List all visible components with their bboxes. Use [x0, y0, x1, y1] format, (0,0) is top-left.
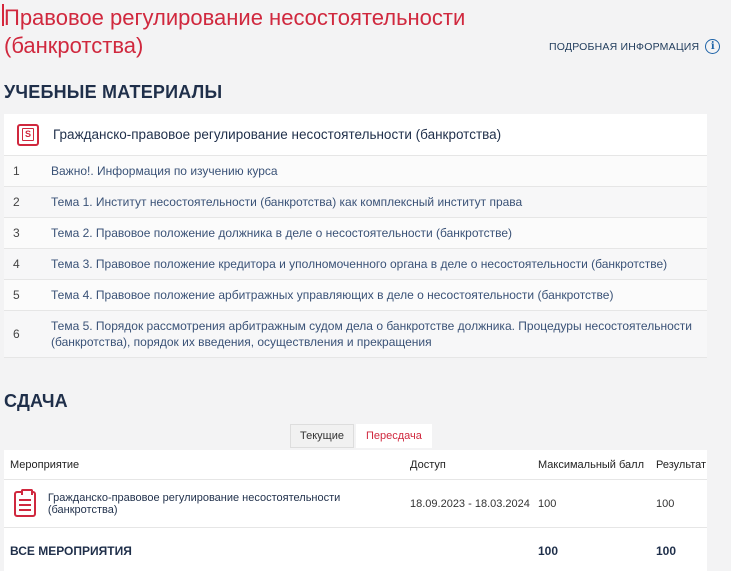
topic-link[interactable]: Тема 3. Правовое положение кредитора и у…	[51, 249, 707, 279]
topic-link[interactable]: Тема 4. Правовое положение арбитражных у…	[51, 280, 707, 310]
grades-table: Мероприятие Доступ Максимальный балл Рез…	[4, 450, 707, 571]
topic-link[interactable]: Важно!. Информация по изучению курса	[51, 156, 707, 186]
topic-number: 3	[13, 226, 20, 240]
access-cell: 18.09.2023 - 18.03.2024	[410, 497, 530, 510]
max-score-cell: 100	[538, 497, 557, 510]
course-card: S Гражданско-правовое регулирование несо…	[4, 114, 707, 358]
topic-link[interactable]: Тема 1. Институт несостоятельности (банк…	[51, 187, 707, 217]
info-icon: i	[705, 39, 721, 54]
topic-list: 1 Важно!. Информация по изучению курса 2…	[4, 156, 707, 358]
column-header-access: Доступ	[410, 458, 446, 471]
topic-number: 1	[13, 164, 20, 178]
topic-row[interactable]: 3 Тема 2. Правовое положение должника в …	[4, 218, 707, 249]
total-label: ВСЕ МЕРОПРИЯТИЯ	[10, 543, 132, 558]
event-cell: Гражданско-правовое регулирование несост…	[4, 488, 410, 517]
result-cell: 100	[656, 497, 675, 510]
topic-row[interactable]: 2 Тема 1. Институт несостоятельности (ба…	[4, 187, 707, 218]
clipboard-icon	[14, 488, 36, 517]
course-header[interactable]: S Гражданско-правовое регулирование несо…	[4, 114, 707, 156]
more-info-link[interactable]: ПОДРОБНАЯ ИНФОРМАЦИЯ i	[549, 39, 721, 54]
tab-current[interactable]: Текущие	[290, 424, 354, 448]
table-total-row: ВСЕ МЕРОПРИЯТИЯ 100 100	[4, 528, 707, 571]
topic-number: 4	[13, 257, 20, 271]
table-row[interactable]: Гражданско-правовое регулирование несост…	[4, 480, 707, 528]
materials-heading: УЧЕБНЫЕ МАТЕРИАЛЫ	[4, 82, 223, 102]
topic-row[interactable]: 4 Тема 3. Правовое положение кредитора и…	[4, 249, 707, 280]
column-header-event: Мероприятие	[10, 458, 80, 471]
topic-row[interactable]: 6 Тема 5. Порядок рассмотрения арбитражн…	[4, 311, 707, 358]
topic-row[interactable]: 5 Тема 4. Правовое положение арбитражных…	[4, 280, 707, 311]
total-result: 100	[656, 543, 677, 558]
event-name[interactable]: Гражданско-правовое регулирование несост…	[48, 492, 410, 516]
total-max-score: 100	[538, 543, 559, 558]
topic-link[interactable]: Тема 2. Правовое положение должника в де…	[51, 218, 707, 248]
submission-tabs: Текущие Пересдача	[290, 424, 432, 448]
topic-number: 5	[13, 288, 20, 302]
page-title: Правовое регулирование несостоятельности…	[4, 5, 466, 58]
submission-heading: СДАЧА	[4, 391, 68, 411]
column-header-result: Результат	[656, 458, 707, 471]
topic-number: 2	[13, 195, 20, 209]
topic-row[interactable]: 1 Важно!. Информация по изучению курса	[4, 156, 707, 187]
column-header-max-score: Максимальный балл	[538, 458, 644, 471]
more-info-label: ПОДРОБНАЯ ИНФОРМАЦИЯ	[549, 40, 700, 53]
table-header: Мероприятие Доступ Максимальный балл Рез…	[4, 450, 707, 480]
topic-link[interactable]: Тема 5. Порядок рассмотрения арбитражным…	[51, 311, 707, 357]
course-icon: S	[17, 123, 39, 146]
tab-retake[interactable]: Пересдача	[355, 424, 432, 448]
course-title: Гражданско-правовое регулирование несост…	[53, 127, 502, 142]
topic-number: 6	[13, 327, 20, 341]
